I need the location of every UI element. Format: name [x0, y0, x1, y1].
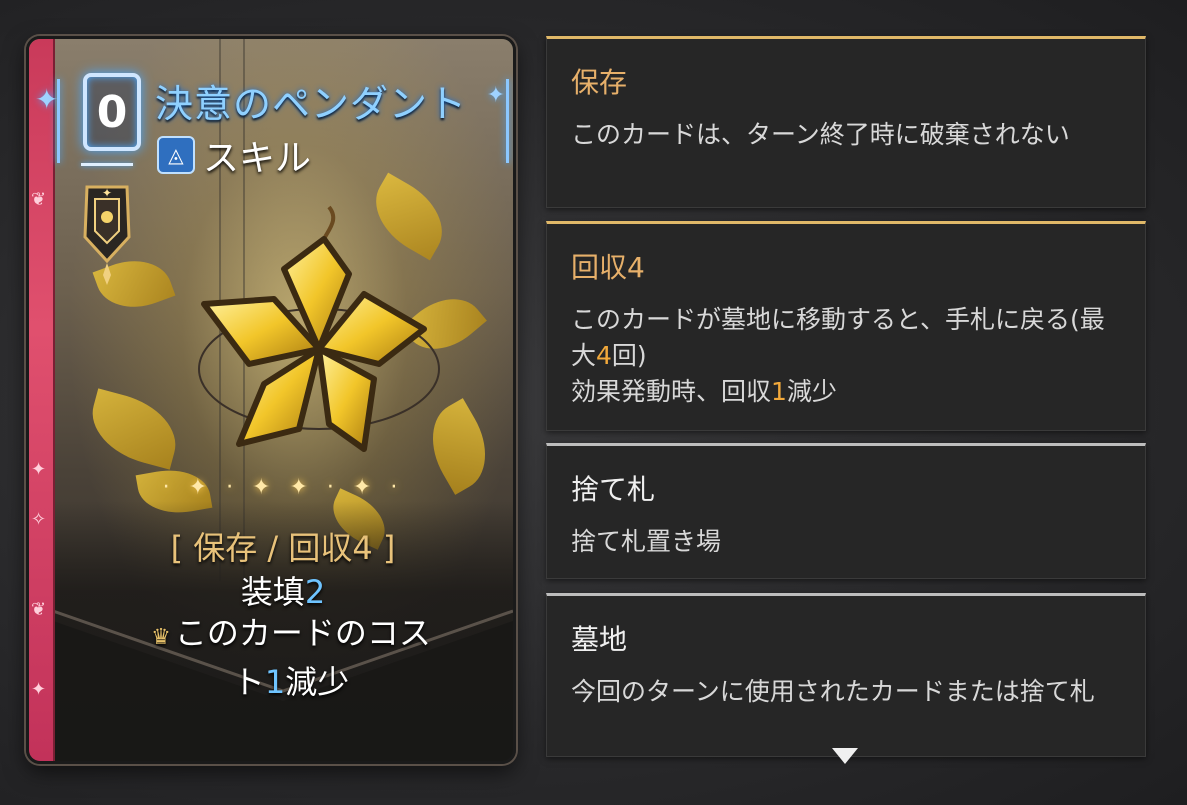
ribbon-ornament-icon: ✧ — [31, 509, 47, 530]
crown-icon: ♛ — [151, 625, 171, 650]
card-keywords: [ 保存 / 回収4 ] — [53, 523, 513, 569]
ribbon-ornament-icon: ❦ — [31, 189, 47, 210]
card-type: ◬ スキル — [157, 129, 311, 181]
keyword-bracket: [ — [170, 529, 194, 567]
tooltip-keep: 保存 このカードは、ターン終了時に破棄されない — [546, 36, 1146, 208]
tooltip-title: 回収4 — [571, 251, 645, 284]
tooltip-title: 墓地 — [571, 623, 628, 656]
chevron-down-icon[interactable] — [832, 748, 858, 764]
card-effect-cost: ♛ このカードのコス ト1減少 — [109, 611, 473, 704]
tooltip-text: 減少 — [786, 377, 837, 406]
tooltip-graveyard: 墓地 今回のターンに使用されたカードまたは捨て札 — [546, 593, 1146, 757]
card-cost: 0 — [83, 73, 141, 151]
sparkle-icon: ✦ — [486, 83, 505, 108]
rarity-badge-icon: ✦ — [83, 185, 131, 285]
card-side-ribbon: ❦ ✦ ✧ ❦ ✦ — [29, 39, 55, 761]
card-name: 決意のペンダント — [155, 82, 468, 126]
keyword-text: 保存 / 回収4 — [193, 529, 373, 567]
svg-text:✦: ✦ — [102, 186, 112, 200]
tooltip-number: 1 — [771, 377, 787, 406]
tooltip-body: このカードが墓地に移動すると、手札に戻る(最大4回) 効果発動時、回収1減少 — [571, 302, 1121, 410]
tooltip-retrieve: 回収4 このカードが墓地に移動すると、手札に戻る(最大4回) 効果発動時、回収1… — [546, 221, 1146, 431]
title-bracket — [506, 79, 509, 163]
tooltip-text: 回) — [611, 341, 647, 370]
effect-text: 減少 — [285, 663, 350, 701]
cost-underline — [81, 163, 133, 166]
tooltip-text: 効果発動時、回収 — [571, 377, 772, 406]
tooltip-discard: 捨て札 捨て札置き場 — [546, 443, 1146, 579]
card-cost-value: 0 — [96, 86, 128, 138]
effect-text: ト — [232, 663, 265, 701]
leaf-decoration — [82, 388, 186, 470]
ribbon-ornament-icon: ✦ — [31, 459, 47, 480]
tooltip-body: 今回のターンに使用されたカードまたは捨て札 — [571, 677, 1095, 706]
ribbon-ornament-icon: ✦ — [31, 679, 47, 700]
effect-number: 2 — [304, 573, 326, 611]
card-type-label: スキル — [203, 138, 312, 179]
effect-number: 1 — [264, 663, 286, 701]
sparkle-icon: ✦ — [35, 83, 59, 116]
effect-text: このカードのコス — [174, 614, 431, 652]
tooltip-text: このカードが墓地に移動すると、手札に戻る(最大 — [571, 305, 1105, 370]
skill-type-icon: ◬ — [157, 136, 195, 174]
sparkle-divider: · ✦ · ✦ ✦ · ✦ · — [162, 475, 404, 500]
tooltip-body: 捨て札置き場 — [571, 527, 722, 556]
ribbon-ornament-icon: ❦ — [31, 599, 47, 620]
tooltip-number: 4 — [596, 341, 612, 370]
tooltip-body: このカードは、ターン終了時に破棄されない — [571, 120, 1070, 149]
star-pendant-art — [198, 205, 440, 452]
keyword-bracket: ] — [372, 529, 396, 567]
card-effect-load: 装填2 — [53, 567, 513, 613]
effect-text: 装填 — [240, 573, 305, 611]
title-bracket — [57, 79, 60, 163]
skill-card[interactable]: ❦ ✦ ✧ ❦ ✦ ✦ ✦ 0 決意のペンダント ◬ スキル ✦ · ✦ · ✦… — [26, 36, 516, 764]
tooltip-title: 捨て札 — [571, 473, 656, 506]
tooltip-title: 保存 — [571, 66, 628, 99]
